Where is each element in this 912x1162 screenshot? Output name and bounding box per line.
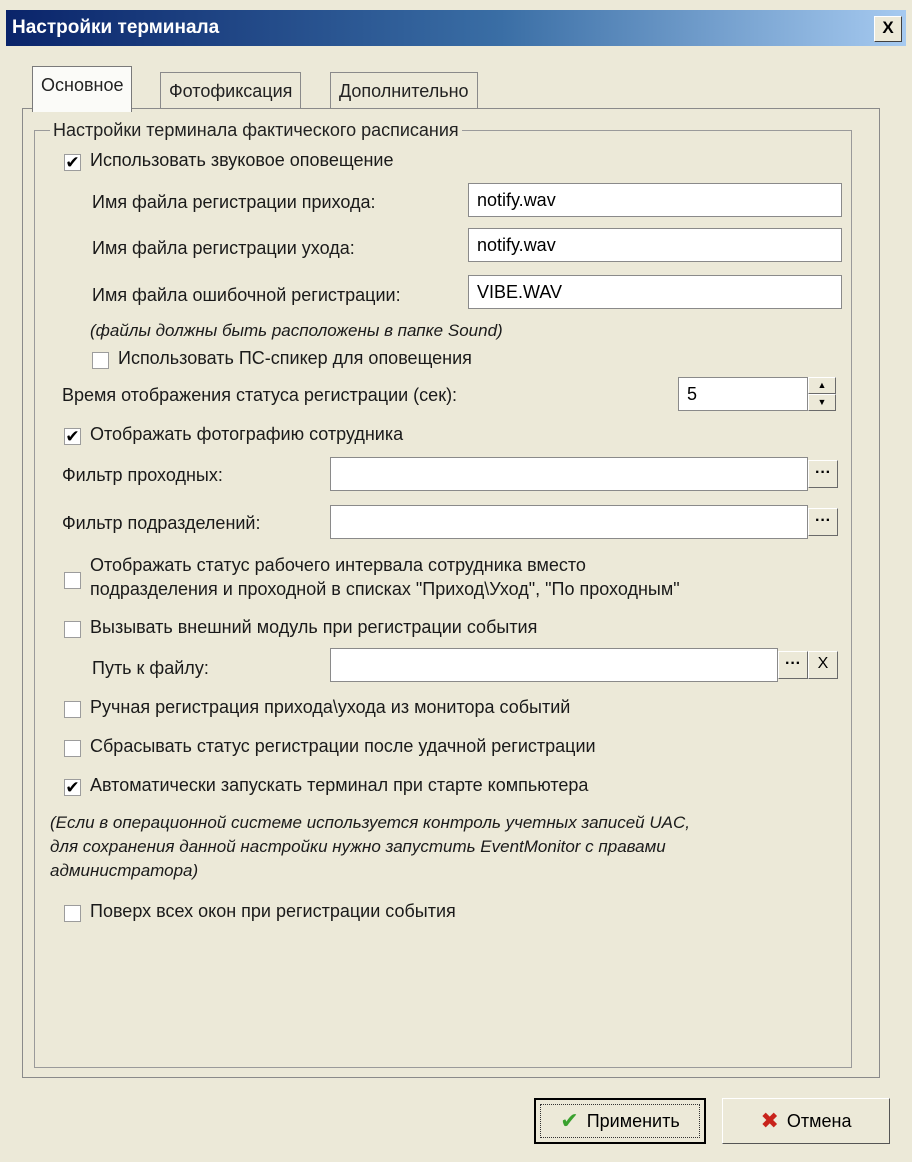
external-module-checkbox[interactable] [64, 621, 81, 638]
work-interval-label-line2: подразделения и проходной в списках "При… [90, 579, 680, 599]
error-file-label: Имя файла ошибочной регистрации: [92, 285, 401, 305]
work-interval-label-line1: Отображать статус рабочего интервала сот… [90, 555, 586, 575]
work-interval-checkbox[interactable] [64, 572, 81, 589]
cancel-button[interactable]: ✖ Отмена [722, 1098, 890, 1144]
tab-main[interactable]: Основное [32, 66, 133, 112]
close-button[interactable]: X [874, 16, 902, 42]
uac-note-line1: (Если в операционной системе используетс… [50, 813, 690, 832]
manual-registration-label: Ручная регистрация прихода\ухода из мони… [90, 697, 571, 717]
apply-button[interactable]: ✔ Применить [534, 1098, 706, 1144]
cancel-button-label: Отмена [786, 1110, 852, 1131]
spin-down-button[interactable]: ▼ [808, 394, 836, 411]
departments-filter-label: Фильтр подразделений: [62, 513, 261, 533]
sound-folder-note: (файлы должны быть расположены в папке S… [90, 321, 503, 340]
file-path-clear-button[interactable]: X [808, 651, 838, 679]
arrive-file-input[interactable] [468, 183, 842, 217]
uac-note-line2: для сохранения данной настройки нужно за… [50, 837, 666, 856]
file-path-label: Путь к файлу: [92, 658, 209, 678]
apply-button-label: Применить [586, 1110, 680, 1131]
status-time-label: Время отображения статуса регистрации (с… [62, 385, 458, 405]
leave-file-label: Имя файла регистрации ухода: [92, 238, 355, 258]
photo-checkbox[interactable]: ✔ [64, 428, 81, 445]
leave-file-input[interactable] [468, 228, 842, 262]
sound-label: Использовать звуковое оповещение [90, 150, 394, 170]
departments-filter-input[interactable] [330, 505, 808, 539]
arrive-file-label: Имя файла регистрации прихода: [92, 192, 376, 212]
uac-note-line3: администратора) [50, 861, 199, 880]
group-title: Настройки терминала фактического расписа… [50, 120, 462, 141]
pc-speaker-checkbox[interactable] [92, 352, 109, 369]
tab-additional[interactable]: Дополнительно [330, 72, 478, 110]
passes-browse-button[interactable]: ··· [808, 460, 838, 488]
error-file-input[interactable] [468, 275, 842, 309]
file-path-input[interactable] [330, 648, 778, 682]
autostart-checkbox[interactable]: ✔ [64, 779, 81, 796]
checkmark-icon: ✔ [560, 1108, 579, 1133]
tab-photo[interactable]: Фотофиксация [160, 72, 302, 110]
departments-browse-button[interactable]: ··· [808, 508, 838, 536]
pc-speaker-label: Использовать ПС-спикер для оповещения [118, 348, 472, 368]
photo-label: Отображать фотографию сотрудника [90, 424, 404, 444]
sound-checkbox[interactable]: ✔ [64, 154, 81, 171]
passes-filter-input[interactable] [330, 457, 808, 491]
title-bar: Настройки терминала X [6, 10, 906, 46]
passes-filter-label: Фильтр проходных: [62, 465, 223, 485]
file-path-browse-button[interactable]: ··· [778, 651, 808, 679]
on-top-checkbox[interactable] [64, 905, 81, 922]
on-top-label: Поверх всех окон при регистрации события [90, 901, 456, 921]
reset-status-label: Сбрасывать статус регистрации после удач… [90, 736, 596, 756]
window-title: Настройки терминала [12, 17, 220, 38]
external-module-label: Вызывать внешний модуль при регистрации … [90, 617, 538, 637]
manual-registration-checkbox[interactable] [64, 701, 81, 718]
status-time-input[interactable] [678, 377, 808, 411]
autostart-label: Автоматически запускать терминал при ста… [90, 775, 589, 795]
reset-status-checkbox[interactable] [64, 740, 81, 757]
cross-icon: ✖ [760, 1108, 779, 1133]
spin-up-button[interactable]: ▲ [808, 377, 836, 394]
